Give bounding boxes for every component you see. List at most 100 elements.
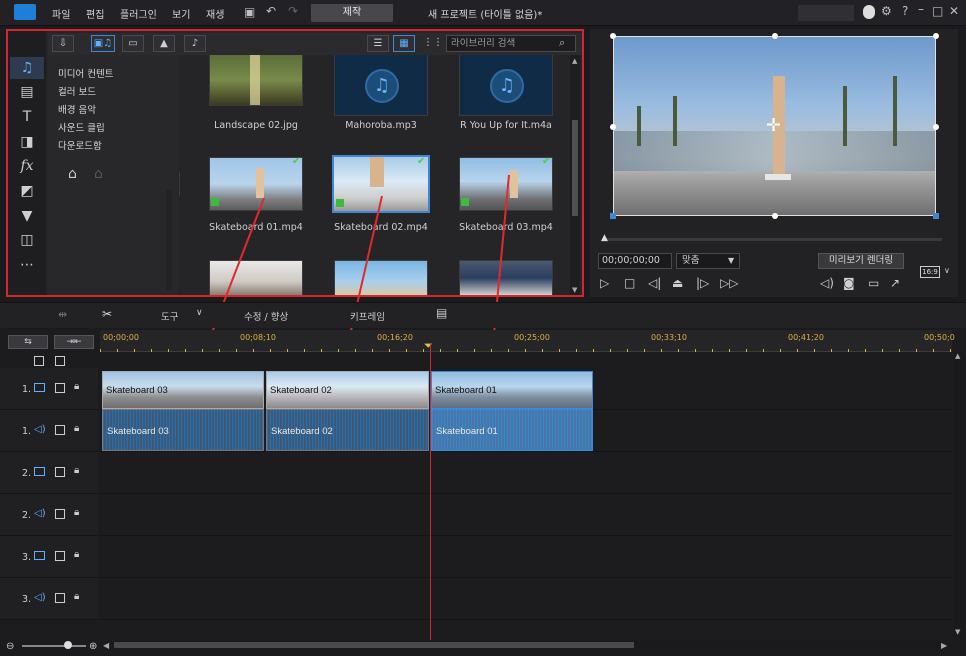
track-number: 1. xyxy=(22,426,32,437)
chevron-down-icon[interactable]: ∨ xyxy=(944,266,950,275)
scroll-down-icon[interactable]: ▼ xyxy=(955,628,960,636)
video-clip[interactable]: Skateboard 03 xyxy=(102,371,264,409)
scroll-right-icon[interactable]: ▶ xyxy=(941,641,947,650)
ruler-label: 00;00;00 xyxy=(103,333,139,342)
track-lane[interactable] xyxy=(100,578,952,620)
ruler-label: 00;50;0 xyxy=(924,333,955,342)
chevron-down-icon[interactable]: ∨ xyxy=(196,308,203,318)
split-icon[interactable]: ⇹ xyxy=(58,308,67,321)
handle-icon[interactable] xyxy=(933,124,939,130)
lock-icon[interactable]: 🔒︎ xyxy=(74,465,79,476)
track-enable-checkbox[interactable] xyxy=(55,467,65,477)
preview-render-button[interactable]: 미리보기 렌더링 xyxy=(818,253,904,269)
playhead-handle-icon[interactable]: ⏷ xyxy=(424,339,433,353)
audio-clip[interactable]: Skateboard 03 xyxy=(102,409,264,451)
undock-icon[interactable]: ↗ xyxy=(890,276,900,290)
scroll-up-icon[interactable]: ▲ xyxy=(955,352,960,360)
tools-menu[interactable]: 도구 xyxy=(161,309,178,323)
handle-icon[interactable] xyxy=(772,33,778,39)
snapshot-icon[interactable]: ◙ xyxy=(843,276,855,290)
chevron-down-icon[interactable]: ▼ xyxy=(728,256,734,265)
track-number: 3. xyxy=(22,594,32,605)
track-lane[interactable] xyxy=(100,536,952,578)
move-crosshair-icon[interactable]: ✛ xyxy=(766,115,781,136)
timeline-vertical-scrollbar[interactable] xyxy=(954,352,964,638)
prev-frame-icon[interactable]: ◁| xyxy=(648,276,661,290)
lock-icon[interactable]: 🔒︎ xyxy=(74,591,79,602)
track-header-video-2 xyxy=(0,452,98,494)
aspect-ratio-button[interactable]: 16:9 xyxy=(920,266,940,278)
lock-icon[interactable]: 🔒︎ xyxy=(74,549,79,560)
fit-timeline-button[interactable]: ⇥⇤ xyxy=(54,335,94,349)
ruler-label: 00;41;20 xyxy=(788,333,824,342)
scrubber-handle-icon[interactable]: ▲ xyxy=(601,233,608,243)
handle-icon[interactable] xyxy=(772,213,778,219)
next-frame-icon[interactable]: |▷ xyxy=(696,276,709,290)
clip-label: Skateboard 03 xyxy=(106,385,168,396)
ruler-label: 00;08;10 xyxy=(240,333,276,342)
handle-icon[interactable] xyxy=(610,33,616,39)
fix-enhance-button[interactable]: 수정 / 향상 xyxy=(244,309,288,323)
track-enable-checkbox[interactable] xyxy=(55,593,65,603)
video-track-icon xyxy=(34,383,45,392)
audio-track-icon: ◁) xyxy=(34,592,46,603)
lock-icon[interactable]: 🔒︎ xyxy=(74,507,79,518)
playhead-line[interactable] xyxy=(430,344,431,640)
zoom-slider-handle[interactable] xyxy=(64,641,72,649)
lock-icon[interactable]: 🔒︎ xyxy=(74,381,79,392)
clip-label: Skateboard 02 xyxy=(270,385,332,396)
ruler-ticks xyxy=(100,349,952,352)
clip-label: Skateboard 02 xyxy=(271,426,333,437)
subtitle-edit-icon[interactable]: ▤ xyxy=(436,306,447,320)
scroll-left-icon[interactable]: ◀ xyxy=(103,641,109,650)
audio-clip[interactable]: Skateboard 02 xyxy=(266,409,429,451)
handle-icon[interactable] xyxy=(610,213,616,219)
clip-label: Skateboard 01 xyxy=(435,385,497,396)
track-enable-checkbox[interactable] xyxy=(55,509,65,519)
keyframe-button[interactable]: 키프레임 xyxy=(350,309,385,323)
zoom-out-icon[interactable]: ⊖ xyxy=(6,641,14,652)
track-header-audio-2 xyxy=(0,494,98,536)
track-number: 1. xyxy=(22,384,32,395)
track-number: 3. xyxy=(22,552,32,563)
audio-track-icon: ◁) xyxy=(34,508,46,519)
track-header-audio-3 xyxy=(0,578,98,620)
video-clip[interactable]: Skateboard 02 xyxy=(266,371,429,409)
play-icon[interactable]: ▷ xyxy=(600,276,609,290)
track-lane[interactable] xyxy=(100,452,952,494)
scrollbar-thumb[interactable] xyxy=(114,642,634,648)
stop-icon[interactable]: □ xyxy=(624,276,635,290)
enable-all-checkbox[interactable] xyxy=(55,356,65,366)
track-header-video-1 xyxy=(0,368,98,410)
audio-track-icon: ◁) xyxy=(34,424,46,435)
track-lane[interactable] xyxy=(100,494,952,536)
handle-icon[interactable] xyxy=(933,213,939,219)
scissors-icon[interactable]: ✂ xyxy=(102,307,112,321)
preview-scrubber[interactable] xyxy=(602,238,942,241)
zoom-in-icon[interactable]: ⊕ xyxy=(89,641,97,652)
lock-icon[interactable]: 🔒︎ xyxy=(74,423,79,434)
volume-icon[interactable]: ◁) xyxy=(820,276,834,290)
video-clip[interactable]: Skateboard 01 xyxy=(431,371,593,409)
marker-icon[interactable]: ⏏ xyxy=(672,276,683,290)
video-track-icon xyxy=(34,467,45,476)
timeline-mode-button[interactable]: ⇆ xyxy=(8,335,48,349)
clip-label: Skateboard 01 xyxy=(436,426,498,437)
subtitle-icon[interactable]: ▭ xyxy=(868,276,879,290)
track-number: 2. xyxy=(22,468,32,479)
track-header-audio-1 xyxy=(0,410,98,452)
track-enable-checkbox[interactable] xyxy=(55,383,65,393)
track-header-video-3 xyxy=(0,536,98,578)
handle-icon[interactable] xyxy=(933,33,939,39)
audio-clip[interactable]: Skateboard 01 xyxy=(431,409,593,451)
handle-icon[interactable] xyxy=(610,124,616,130)
lock-all-checkbox[interactable] xyxy=(34,356,44,366)
timeline-toolbar xyxy=(0,302,966,328)
fast-forward-icon[interactable]: ▷▷ xyxy=(720,276,738,290)
ruler-label: 00;16;20 xyxy=(377,333,413,342)
zoom-slider[interactable] xyxy=(22,645,86,647)
timecode-field[interactable]: 00;00;00;00 xyxy=(598,253,672,269)
track-enable-checkbox[interactable] xyxy=(55,425,65,435)
track-enable-checkbox[interactable] xyxy=(55,551,65,561)
ruler-label: 00;33;10 xyxy=(651,333,687,342)
